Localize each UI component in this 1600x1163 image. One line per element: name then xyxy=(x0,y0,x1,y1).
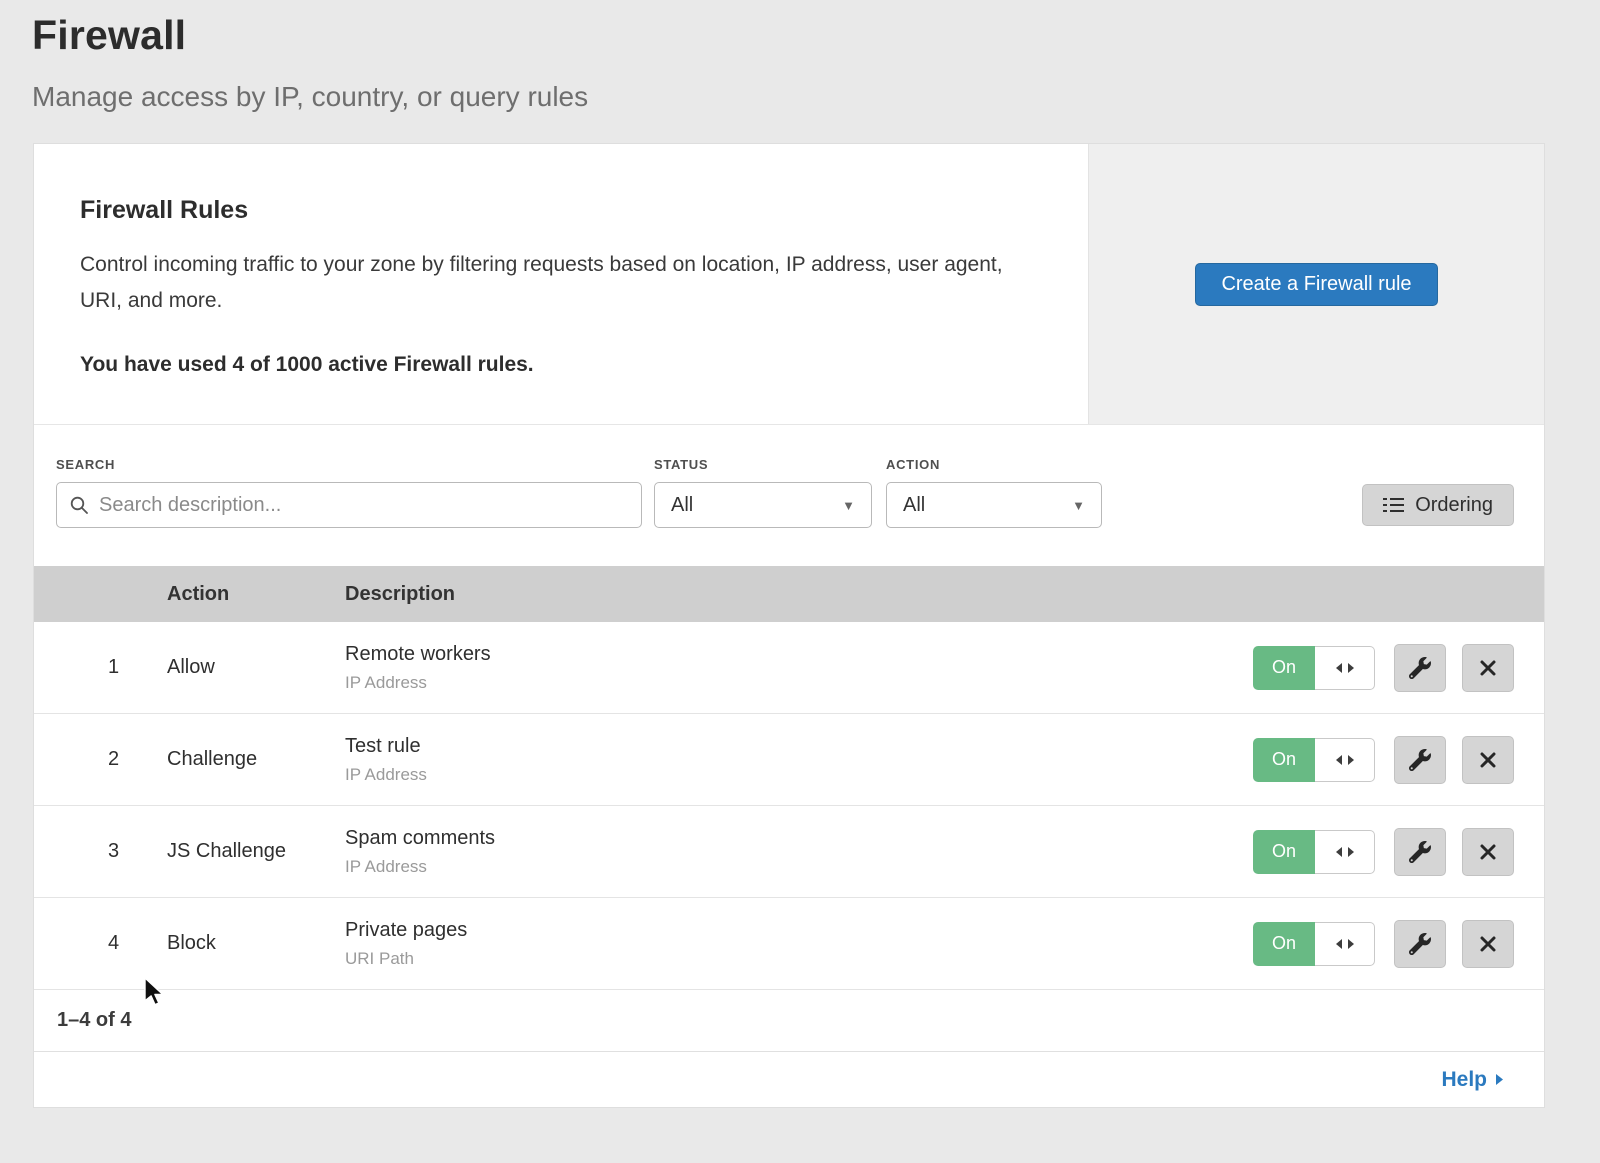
rule-status-toggle[interactable]: On xyxy=(1253,830,1375,874)
delete-rule-button[interactable] xyxy=(1462,736,1514,784)
chevron-down-icon: ▼ xyxy=(1072,498,1085,513)
rule-description-cell: Remote workers IP Address xyxy=(345,643,1253,693)
status-select[interactable]: All ▼ xyxy=(654,482,872,528)
chevron-down-icon: ▼ xyxy=(842,498,855,513)
rule-description-cell: Test rule IP Address xyxy=(345,735,1253,785)
status-label: STATUS xyxy=(654,457,872,472)
pagination: 1–4 of 4 xyxy=(34,990,1544,1052)
rule-number: 3 xyxy=(34,840,167,863)
table-row: 2 Challenge Test rule IP Address On xyxy=(34,714,1544,806)
rule-action: Allow xyxy=(167,656,345,679)
search-label: SEARCH xyxy=(56,457,642,472)
wrench-icon xyxy=(1409,933,1431,955)
rule-match-type: URI Path xyxy=(345,949,1253,969)
wrench-icon xyxy=(1409,657,1431,679)
edit-rule-button[interactable] xyxy=(1394,644,1446,692)
table-row: 4 Block Private pages URI Path On xyxy=(34,898,1544,990)
wrench-icon xyxy=(1409,749,1431,771)
rule-controls: On xyxy=(1253,920,1544,968)
close-icon xyxy=(1479,843,1497,861)
card-description: Control incoming traffic to your zone by… xyxy=(80,247,1028,319)
close-icon xyxy=(1479,751,1497,769)
toggle-drag-handle[interactable] xyxy=(1315,830,1375,874)
status-select-value: All xyxy=(671,494,693,517)
card-top-section: Firewall Rules Control incoming traffic … xyxy=(34,144,1544,425)
delete-rule-button[interactable] xyxy=(1462,828,1514,876)
toggle-on-label[interactable]: On xyxy=(1253,738,1315,782)
toggle-drag-handle[interactable] xyxy=(1315,738,1375,782)
help-label: Help xyxy=(1441,1068,1487,1092)
toggle-drag-handle[interactable] xyxy=(1315,646,1375,690)
rule-status-toggle[interactable]: On xyxy=(1253,922,1375,966)
ordering-button[interactable]: Ordering xyxy=(1362,484,1514,526)
status-filter-group: STATUS All ▼ xyxy=(654,457,872,528)
firewall-rules-card: Firewall Rules Control incoming traffic … xyxy=(33,143,1545,1108)
search-field-wrap xyxy=(56,482,642,528)
rule-description: Remote workers xyxy=(345,643,1253,666)
rule-match-type: IP Address xyxy=(345,673,1253,693)
close-icon xyxy=(1479,659,1497,677)
table-row: 1 Allow Remote workers IP Address On xyxy=(34,622,1544,714)
rule-controls: On xyxy=(1253,644,1544,692)
toggle-on-label[interactable]: On xyxy=(1253,830,1315,874)
card-info: Firewall Rules Control incoming traffic … xyxy=(34,144,1088,424)
rule-description: Private pages xyxy=(345,919,1253,942)
usage-summary: You have used 4 of 1000 active Firewall … xyxy=(80,353,1028,377)
card-heading: Firewall Rules xyxy=(80,196,1028,225)
toggle-on-label[interactable]: On xyxy=(1253,922,1315,966)
action-filter-group: ACTION All ▼ xyxy=(886,457,1102,528)
action-select-value: All xyxy=(903,494,925,517)
rule-match-type: IP Address xyxy=(345,765,1253,785)
help-arrow-icon xyxy=(1495,1073,1504,1086)
edit-rule-button[interactable] xyxy=(1394,736,1446,784)
action-label: ACTION xyxy=(886,457,1102,472)
search-filter-group: SEARCH xyxy=(56,457,642,528)
close-icon xyxy=(1479,935,1497,953)
ordering-label: Ordering xyxy=(1415,494,1493,517)
page-title: Firewall xyxy=(32,12,1600,59)
edit-rule-button[interactable] xyxy=(1394,920,1446,968)
rule-controls: On xyxy=(1253,736,1544,784)
create-firewall-rule-button[interactable]: Create a Firewall rule xyxy=(1195,263,1437,306)
column-header-action: Action xyxy=(167,583,345,606)
page-header: Firewall Manage access by IP, country, o… xyxy=(0,0,1600,113)
search-icon xyxy=(69,495,89,515)
help-row: Help xyxy=(34,1052,1544,1107)
rule-controls: On xyxy=(1253,828,1544,876)
card-side-panel: Create a Firewall rule xyxy=(1088,144,1544,424)
wrench-icon xyxy=(1409,841,1431,863)
ordering-icon xyxy=(1383,496,1404,514)
delete-rule-button[interactable] xyxy=(1462,920,1514,968)
edit-rule-button[interactable] xyxy=(1394,828,1446,876)
table-header: Action Description xyxy=(34,566,1544,622)
toggle-on-label[interactable]: On xyxy=(1253,646,1315,690)
rule-action: Block xyxy=(167,932,345,955)
rule-description: Spam comments xyxy=(345,827,1253,850)
rule-number: 4 xyxy=(34,932,167,955)
filter-bar: SEARCH STATUS All ▼ ACTION All ▼ xyxy=(34,425,1544,566)
rule-number: 2 xyxy=(34,748,167,771)
rule-action: Challenge xyxy=(167,748,345,771)
rule-status-toggle[interactable]: On xyxy=(1253,738,1375,782)
table-row: 3 JS Challenge Spam comments IP Address … xyxy=(34,806,1544,898)
rule-action: JS Challenge xyxy=(167,840,345,863)
search-input[interactable] xyxy=(56,482,642,528)
help-link[interactable]: Help xyxy=(1441,1068,1504,1092)
rule-match-type: IP Address xyxy=(345,857,1253,877)
rule-description-cell: Spam comments IP Address xyxy=(345,827,1253,877)
toggle-drag-handle[interactable] xyxy=(1315,922,1375,966)
column-header-description: Description xyxy=(345,583,1544,606)
page-subtitle: Manage access by IP, country, or query r… xyxy=(32,81,1600,113)
rule-number: 1 xyxy=(34,656,167,679)
rule-description-cell: Private pages URI Path xyxy=(345,919,1253,969)
rule-description: Test rule xyxy=(345,735,1253,758)
delete-rule-button[interactable] xyxy=(1462,644,1514,692)
rule-status-toggle[interactable]: On xyxy=(1253,646,1375,690)
action-select[interactable]: All ▼ xyxy=(886,482,1102,528)
